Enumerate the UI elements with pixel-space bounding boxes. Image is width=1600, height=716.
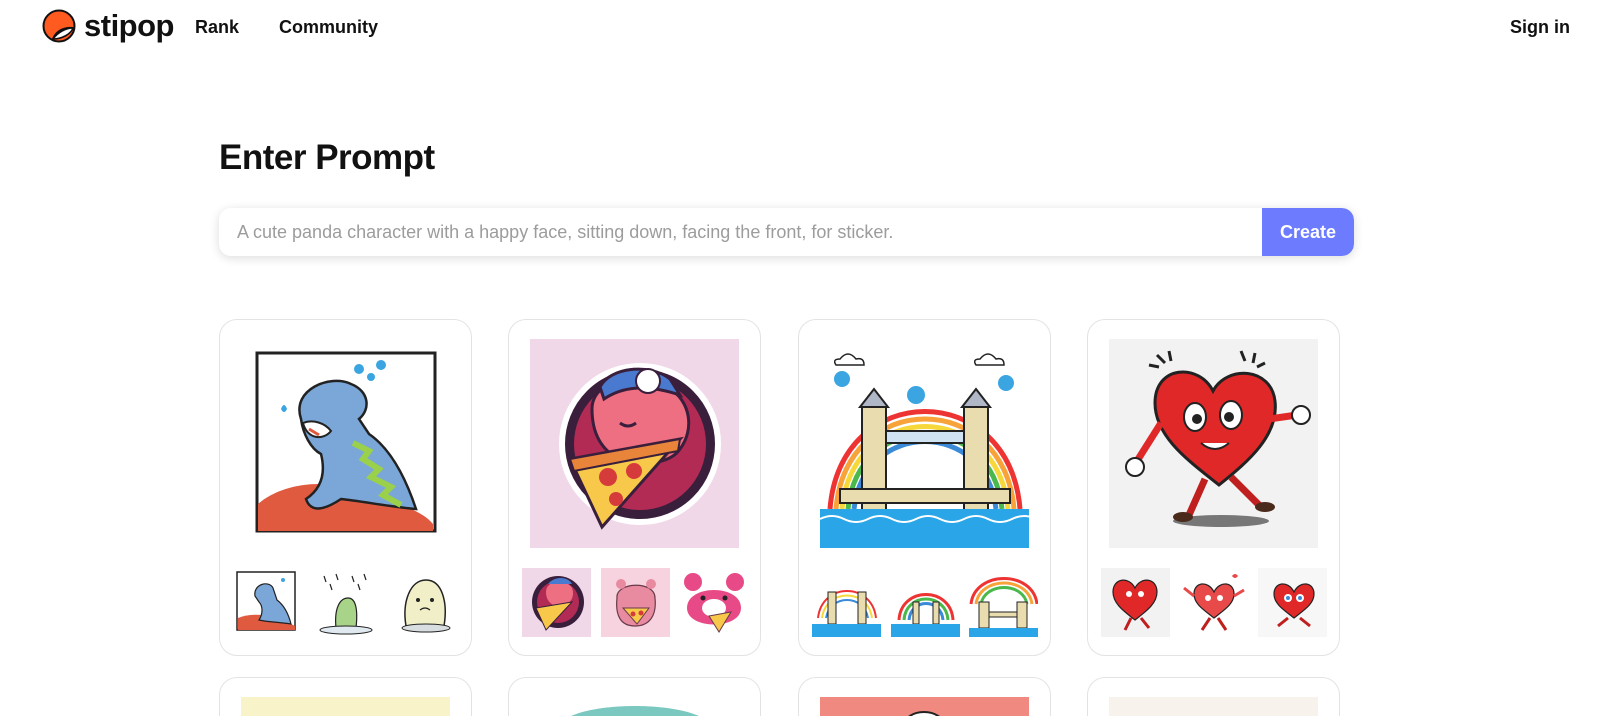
thumbnail-crying-dinosaur[interactable] bbox=[233, 568, 302, 637]
nav-community-link[interactable]: Community bbox=[279, 17, 378, 38]
sticker-card-row2-3[interactable] bbox=[798, 677, 1051, 716]
sticker-card-dinosaur[interactable] bbox=[219, 319, 472, 656]
stipop-logo[interactable]: stipop bbox=[42, 8, 175, 44]
sticker-thumbnails bbox=[812, 568, 1038, 637]
thumbnail-bear-with-pizza[interactable] bbox=[522, 568, 591, 637]
prompt-input[interactable] bbox=[219, 208, 1262, 256]
sticker-thumbnails bbox=[1101, 568, 1327, 637]
thumbnail-dinosaur-in-rain[interactable] bbox=[311, 568, 381, 637]
sticker-image-heart bbox=[1109, 339, 1318, 548]
sticker-image-dinosaur bbox=[241, 339, 450, 548]
logo-text: stipop bbox=[84, 8, 175, 43]
top-navigation: stipop Rank Community Sign in bbox=[0, 0, 1600, 56]
stipop-logo-icon bbox=[42, 9, 76, 43]
sticker-thumbnails bbox=[233, 568, 459, 637]
thumbnail-pink-bear-with-pizza[interactable] bbox=[679, 568, 748, 637]
nav-rank-link[interactable]: Rank bbox=[195, 17, 239, 38]
sticker-card-bear-pizza[interactable] bbox=[508, 319, 761, 656]
sticker-image-peek bbox=[530, 697, 739, 716]
sticker-card-row2-4[interactable] bbox=[1087, 677, 1340, 716]
sign-in-link[interactable]: Sign in bbox=[1510, 17, 1570, 38]
sticker-card-heart[interactable] bbox=[1087, 319, 1340, 656]
thumbnail-sad-ghost-dinosaur[interactable] bbox=[390, 568, 459, 637]
sticker-image-bear-pizza bbox=[530, 339, 739, 548]
sticker-image-peek bbox=[820, 697, 1029, 716]
thumbnail-heart-dancing[interactable] bbox=[1179, 568, 1249, 637]
sticker-card-row2-2[interactable] bbox=[508, 677, 761, 716]
sticker-image-peek bbox=[241, 697, 450, 716]
sticker-card-tower-bridge[interactable] bbox=[798, 319, 1051, 656]
thumbnail-heart-running[interactable] bbox=[1101, 568, 1170, 637]
thumbnail-tower-bridge-clouds[interactable] bbox=[812, 568, 881, 637]
thumbnail-bear-holding-pizza[interactable] bbox=[600, 568, 670, 637]
thumbnail-bridge-rainbow[interactable] bbox=[890, 568, 960, 637]
sticker-card-row2-1[interactable] bbox=[219, 677, 472, 716]
thumbnail-heart-jumping[interactable] bbox=[1258, 568, 1327, 637]
sticker-image-tower-bridge bbox=[820, 339, 1029, 548]
prompt-bar: Create bbox=[219, 208, 1354, 256]
create-button[interactable]: Create bbox=[1262, 208, 1354, 256]
page-title: Enter Prompt bbox=[219, 138, 435, 177]
sticker-image-peek bbox=[1109, 697, 1318, 716]
sticker-thumbnails bbox=[522, 568, 748, 637]
thumbnail-rainbow-tower-bridge[interactable] bbox=[969, 568, 1038, 637]
